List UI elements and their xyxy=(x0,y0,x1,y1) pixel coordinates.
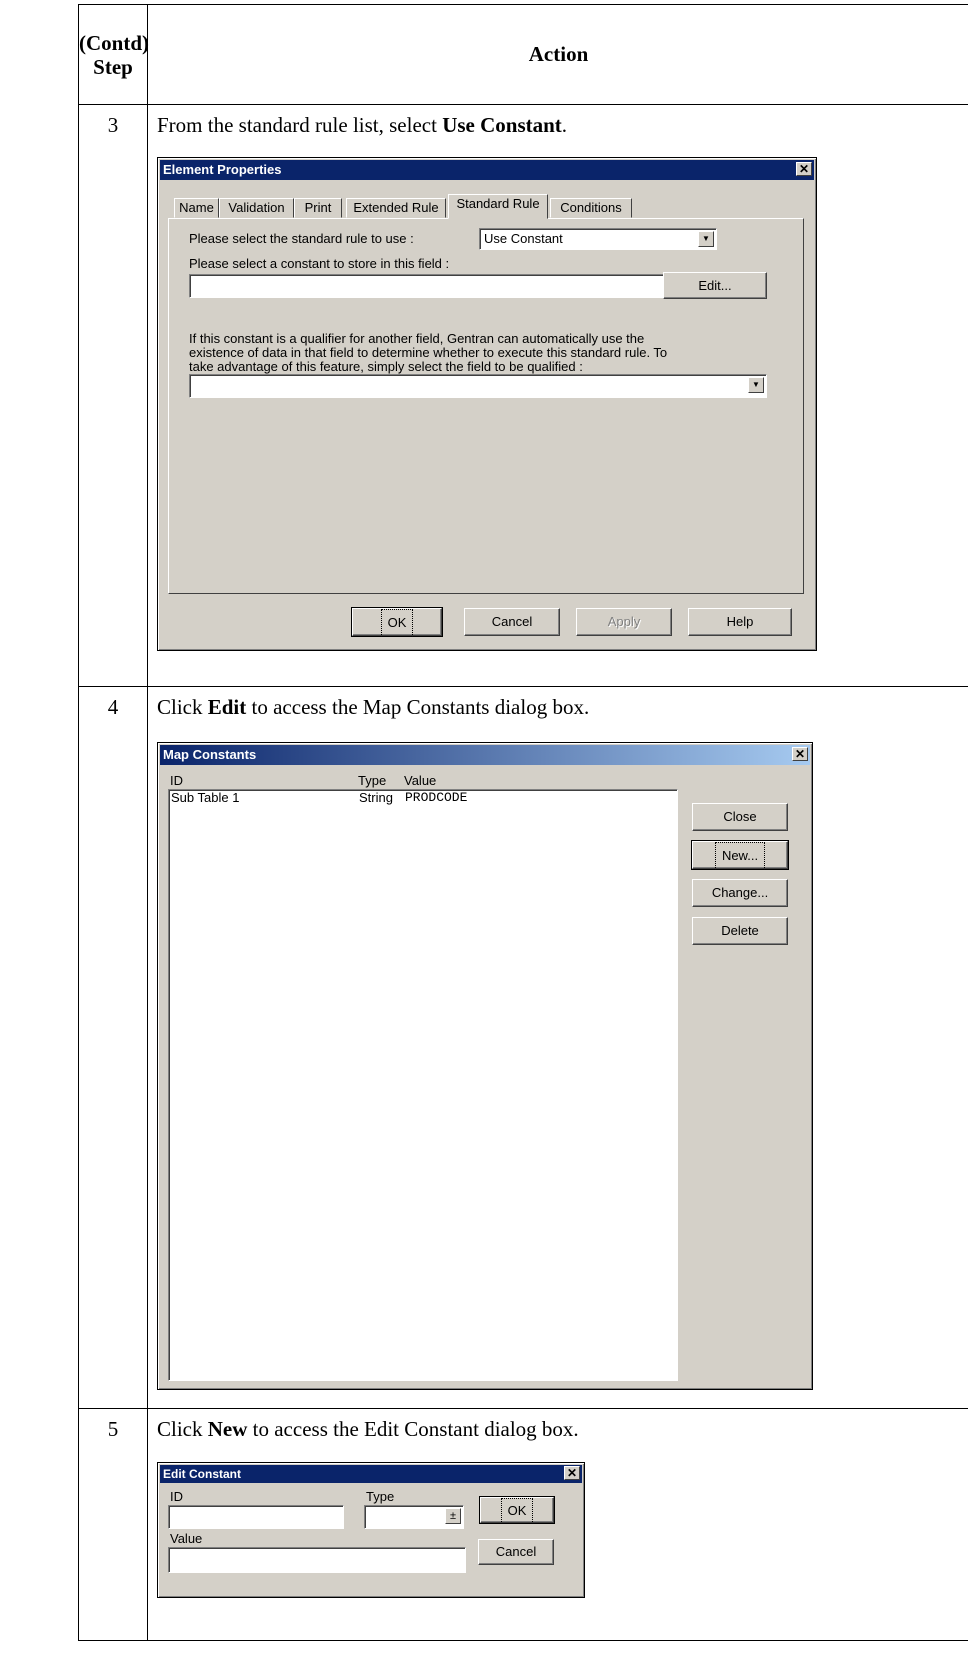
qualifier-select[interactable]: ▼ xyxy=(189,374,767,398)
cancel-button[interactable]: Cancel xyxy=(478,1539,554,1565)
dropdown-arrow-icon[interactable]: ▼ xyxy=(698,231,714,247)
value-label: Value xyxy=(170,1531,203,1546)
constants-list[interactable]: Sub Table 1 String PRODCODE xyxy=(168,789,678,1381)
column-header-value: Value xyxy=(404,773,437,788)
dialog-title: Element Properties xyxy=(163,162,282,177)
step-number: 5 xyxy=(78,1408,148,1641)
dialog-titlebar: Edit Constant ✕ xyxy=(160,1465,582,1483)
step-instruction: Click New to access the Edit Constant di… xyxy=(157,1417,968,1447)
step-number: 3 xyxy=(78,104,148,687)
element-properties-dialog: Element Properties ✕ Name Validation Pri… xyxy=(157,157,817,651)
edit-constant-dialog: Edit Constant ✕ ID Type ± Value OK Cance… xyxy=(157,1462,585,1598)
header-step: Step xyxy=(93,54,133,79)
help-button[interactable]: Help xyxy=(688,608,792,636)
dialog-titlebar: Map Constants ✕ xyxy=(160,745,810,765)
column-header-id: ID xyxy=(170,773,183,788)
instruction-text: to access the Map Constants dialog box. xyxy=(246,695,590,719)
list-item-id: Sub Table 1 xyxy=(171,790,240,805)
procedure-table: (Contd) Step Action 3 From the standard … xyxy=(78,4,968,1641)
instruction-text: From the standard rule list, select xyxy=(157,113,443,137)
instruction-text: . xyxy=(561,113,568,137)
qualifier-text-line-2: existence of data in that field to deter… xyxy=(189,345,668,360)
list-item[interactable]: Sub Table 1 String PRODCODE xyxy=(169,790,677,806)
dialog-title: Edit Constant xyxy=(163,1467,241,1481)
id-field[interactable] xyxy=(168,1505,344,1529)
constant-select[interactable]: ▼ xyxy=(189,274,691,298)
list-item-value: PRODCODE xyxy=(405,790,468,805)
change-button[interactable]: Change... xyxy=(692,879,788,907)
instruction-bold: New xyxy=(207,1417,248,1441)
tab-print[interactable]: Print xyxy=(294,198,342,218)
step-row-3: 3 From the standard rule list, select Us… xyxy=(78,104,968,687)
action-column-header: Action xyxy=(147,4,968,105)
ok-button[interactable]: OK xyxy=(351,607,443,637)
qualifier-text-line-3: take advantage of this feature, simply s… xyxy=(189,359,583,374)
step-action: Click New to access the Edit Constant di… xyxy=(147,1408,968,1641)
apply-button[interactable]: Apply xyxy=(576,608,672,636)
instruction-bold: Edit xyxy=(207,695,247,719)
cancel-button[interactable]: Cancel xyxy=(464,608,560,636)
instruction-bold: Use Constant xyxy=(442,113,562,137)
instruction-text: Click xyxy=(157,695,208,719)
ok-button-label: OK xyxy=(500,1498,534,1524)
edit-button[interactable]: Edit... xyxy=(663,272,767,299)
tab-validation[interactable]: Validation xyxy=(219,198,294,218)
column-header-type: Type xyxy=(358,773,387,788)
id-label: ID xyxy=(170,1489,183,1504)
step-number: 4 xyxy=(78,686,148,1409)
tab-conditions[interactable]: Conditions xyxy=(550,198,632,218)
table-header-row: (Contd) Step Action xyxy=(78,4,968,105)
qualifier-text-line-1: If this constant is a qualifier for anot… xyxy=(189,331,645,346)
step-action: Click Edit to access the Map Constants d… xyxy=(147,686,968,1409)
rule-select-value: Use Constant xyxy=(484,231,563,246)
new-button[interactable]: New... xyxy=(691,840,789,870)
ok-button-label: OK xyxy=(380,609,414,637)
close-icon[interactable]: ✕ xyxy=(792,747,808,761)
spin-arrow-icon[interactable]: ± xyxy=(445,1508,461,1524)
tab-extended-rule[interactable]: Extended Rule xyxy=(346,198,446,218)
dialog-title: Map Constants xyxy=(163,747,257,762)
dialog-titlebar: Element Properties ✕ xyxy=(160,160,814,180)
tab-standard-rule[interactable]: Standard Rule xyxy=(448,194,548,219)
step-instruction: From the standard rule list, select Use … xyxy=(157,113,968,143)
delete-button[interactable]: Delete xyxy=(692,917,788,945)
close-button[interactable]: Close xyxy=(692,803,788,831)
step-row-5: 5 Click New to access the Edit Constant … xyxy=(78,1408,968,1641)
type-select[interactable]: ± xyxy=(364,1505,464,1529)
instruction-text: Click xyxy=(157,1417,208,1441)
tab-panel: Please select the standard rule to use :… xyxy=(168,218,804,594)
dropdown-arrow-icon[interactable]: ▼ xyxy=(748,377,764,393)
step-action: From the standard rule list, select Use … xyxy=(147,104,968,687)
map-constants-dialog: Map Constants ✕ ID Type Value Sub Table … xyxy=(157,742,813,1390)
close-icon[interactable]: ✕ xyxy=(564,1466,580,1480)
step-column-header: (Contd) Step xyxy=(78,4,150,105)
ok-button[interactable]: OK xyxy=(479,1496,555,1524)
constant-label: Please select a constant to store in thi… xyxy=(189,256,450,271)
rule-label: Please select the standard rule to use : xyxy=(189,231,414,246)
value-field[interactable] xyxy=(168,1547,466,1573)
close-icon[interactable]: ✕ xyxy=(796,162,812,176)
rule-select[interactable]: Use Constant ▼ xyxy=(479,228,717,250)
list-item-type: String xyxy=(359,790,393,805)
instruction-text: to access the Edit Constant dialog box. xyxy=(247,1417,579,1441)
type-label: Type xyxy=(366,1489,395,1504)
step-row-4: 4 Click Edit to access the Map Constants… xyxy=(78,686,968,1409)
header-contd: (Contd) xyxy=(79,30,150,55)
step-instruction: Click Edit to access the Map Constants d… xyxy=(157,695,968,725)
new-button-label: New... xyxy=(714,842,766,870)
tab-name[interactable]: Name xyxy=(174,198,219,218)
